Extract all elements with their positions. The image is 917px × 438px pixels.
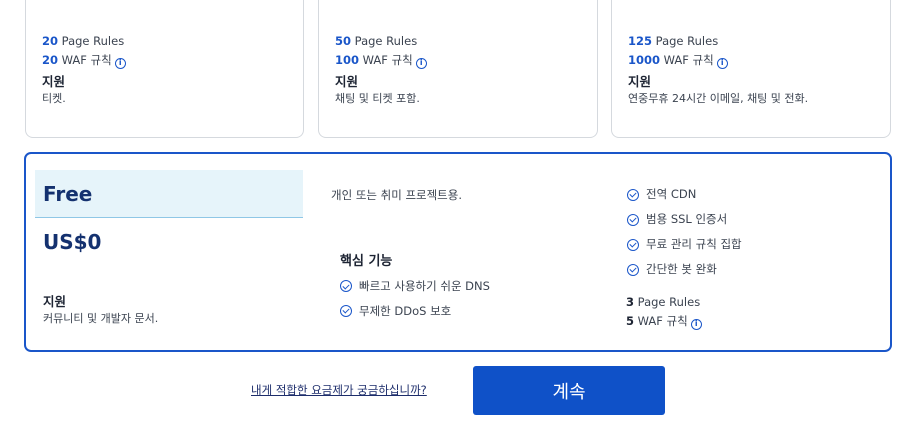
support-heading: 지원 xyxy=(628,74,652,89)
page-rules-count: 3 xyxy=(626,295,635,309)
waf-limit: 100 WAF 규칙 i xyxy=(335,51,427,70)
feature-label: 빠르고 사용하기 쉬운 DNS xyxy=(359,279,490,293)
waf-count: 100 xyxy=(335,53,360,67)
feature-item: 무제한 DDoS 보호 xyxy=(340,299,490,324)
free-plan-card[interactable]: Free US$0 지원 커뮤니티 및 개발자 문서. 개인 또는 취미 프로젝… xyxy=(24,152,892,352)
feature-item: 전역 CDN xyxy=(627,182,742,207)
feature-label: 범용 SSL 인증서 xyxy=(646,212,728,226)
feature-label: 무제한 DDoS 보호 xyxy=(359,303,452,318)
waf-count: 1000 xyxy=(628,53,661,67)
waf-label: WAF 규칙 xyxy=(663,53,714,67)
plan-price: US$0 xyxy=(43,230,102,254)
feature-label: 무료 관리 규칙 집합 xyxy=(646,237,742,251)
page-rules-limit: 50 Page Rules xyxy=(335,32,427,51)
plan-card-2[interactable]: 50 Page Rules 100 WAF 규칙 i 지원 채팅 및 티켓 포함. xyxy=(318,0,598,138)
plan-card-1[interactable]: 20 Page Rules 20 WAF 규칙 i 지원 티켓. xyxy=(25,0,304,138)
page-rules-limit: 20 Page Rules xyxy=(42,32,126,51)
plan-limits: 3 Page Rules 5 WAF 규칙 i xyxy=(626,293,702,331)
feature-item: 빠르고 사용하기 쉬운 DNS xyxy=(340,274,490,299)
feature-label: 전역 CDN xyxy=(646,187,697,201)
support-text: 커뮤니티 및 개발자 문서. xyxy=(43,312,159,325)
plan-header: Free xyxy=(35,170,303,218)
feature-list: 전역 CDN 범용 SSL 인증서 무료 관리 규칙 집합 간단한 봇 완화 xyxy=(627,182,742,282)
page-rules-limit: 3 Page Rules xyxy=(626,293,702,312)
plan-name: Free xyxy=(43,182,93,206)
waf-count: 5 xyxy=(626,314,635,328)
page-rules-count: 50 xyxy=(335,34,352,48)
waf-limit: 1000 WAF 규칙 i xyxy=(628,51,808,70)
check-circle-icon xyxy=(627,238,639,251)
page-rules-count: 125 xyxy=(628,34,653,48)
support-heading: 지원 xyxy=(42,74,66,89)
waf-limit: 20 WAF 규칙 i xyxy=(42,51,126,70)
continue-button[interactable]: 계속 xyxy=(473,366,665,415)
support-heading: 지원 xyxy=(335,74,359,89)
check-circle-icon xyxy=(627,188,639,201)
waf-limit: 5 WAF 규칙 i xyxy=(626,312,702,331)
waf-label: WAF 규칙 xyxy=(637,314,688,328)
waf-count: 20 xyxy=(42,53,59,67)
support-text: 채팅 및 티켓 포함. xyxy=(335,92,420,105)
page-rules-limit: 125 Page Rules xyxy=(628,32,808,51)
plan-support: 지원 커뮤니티 및 개발자 문서. xyxy=(43,290,158,327)
info-icon[interactable]: i xyxy=(690,319,702,330)
support-heading: 지원 xyxy=(43,294,67,309)
feature-label: 간단한 봇 완화 xyxy=(646,262,717,276)
check-circle-icon xyxy=(340,304,352,317)
feature-item: 간단한 봇 완화 xyxy=(627,257,742,282)
page-rules-label: Page Rules xyxy=(637,295,701,309)
info-icon[interactable]: i xyxy=(114,58,126,69)
plan-help-link[interactable]: 내게 적합한 요금제가 궁금하십니까? xyxy=(251,382,427,398)
support-text: 연중무휴 24시간 이메일, 채팅 및 전화. xyxy=(628,92,809,105)
core-features: 핵심 기능 빠르고 사용하기 쉬운 DNS 무제한 DDoS 보호 xyxy=(340,250,490,323)
check-circle-icon xyxy=(340,280,352,293)
plan-description: 개인 또는 취미 프로젝트용. xyxy=(331,188,463,202)
waf-label: WAF 규칙 xyxy=(362,53,413,67)
page-rules-label: Page Rules xyxy=(655,34,719,48)
core-features-heading: 핵심 기능 xyxy=(340,254,393,269)
page-rules-count: 20 xyxy=(42,34,59,48)
check-circle-icon xyxy=(627,213,639,226)
check-circle-icon xyxy=(627,263,639,276)
info-icon[interactable]: i xyxy=(716,58,728,69)
page-rules-label: Page Rules xyxy=(354,34,418,48)
plan-card-3[interactable]: 125 Page Rules 1000 WAF 규칙 i 지원 연중무휴 24시간… xyxy=(611,0,891,138)
support-text: 티켓. xyxy=(42,92,66,105)
feature-item: 무료 관리 규칙 집합 xyxy=(627,232,742,257)
waf-label: WAF 규칙 xyxy=(61,53,112,67)
page-rules-label: Page Rules xyxy=(61,34,125,48)
info-icon[interactable]: i xyxy=(415,58,427,69)
feature-item: 범용 SSL 인증서 xyxy=(627,207,742,232)
